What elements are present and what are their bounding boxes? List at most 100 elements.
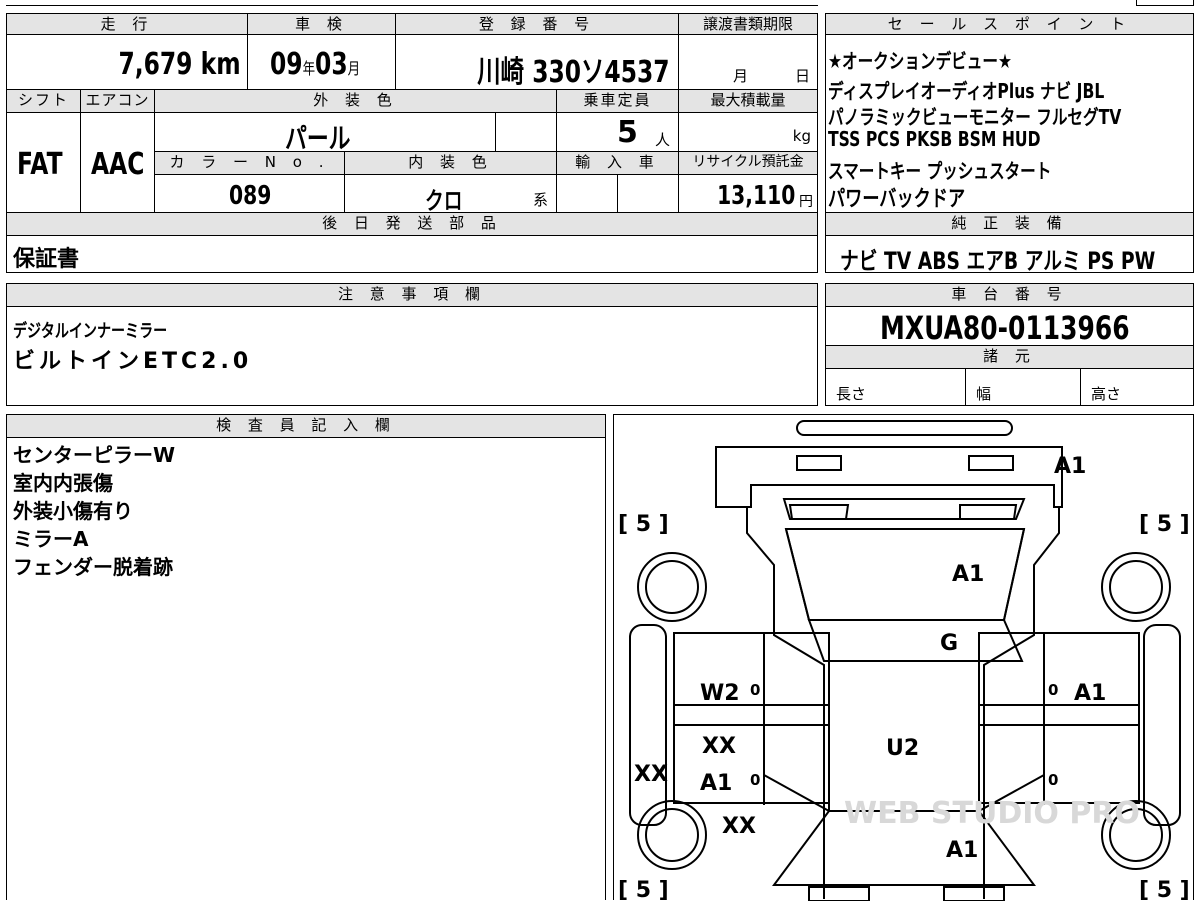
zero-mark: 0 — [1048, 771, 1058, 789]
mileage-value: 7,679 — [118, 47, 193, 82]
transfer-deadline-header: 譲渡書類期限 — [678, 13, 818, 35]
recycle-header: リサイクル預託金 — [678, 151, 818, 175]
inspection-cell: 09年03月 — [247, 34, 396, 90]
color-no-value: 089 — [229, 181, 272, 211]
shift-cell: FAT — [6, 112, 81, 213]
transfer-deadline-cell: 月 日 — [678, 34, 818, 90]
damage-windshield: G — [940, 631, 958, 656]
import-cell-b — [617, 174, 679, 213]
inspection-year-unit: 年 — [302, 59, 316, 78]
max-load-header: 最大積載量 — [678, 89, 818, 113]
mileage-unit: km — [201, 47, 241, 82]
exterior-color-cell: パール — [154, 112, 496, 155]
zero-mark: 0 — [750, 681, 760, 699]
genuine-equipment-header: 純 正 装 備 — [825, 212, 1194, 236]
sales-points-body: ★オークションデビュー★ ディスプレイオーディオPlus ナビ JBL パノラミ… — [825, 34, 1194, 213]
recycle-cell: 13,110 円 — [678, 174, 818, 213]
inspection-month-unit: 月 — [347, 59, 361, 78]
sales-point-line: パワーバックドア — [828, 187, 966, 212]
inspector-body: センターピラーW 室内内張傷 外装小傷有り ミラーA フェンダー脱着跡 — [6, 437, 606, 900]
inspector-line: センターピラーW — [13, 443, 176, 467]
spec-width-cell: 幅 — [965, 368, 1081, 406]
inspection-month: 03 — [315, 47, 348, 82]
registration-value: 川崎 330ソ4537 — [477, 55, 670, 90]
max-load-cell: kg — [678, 112, 818, 152]
damage-front-hood: A1 — [946, 838, 978, 863]
sales-point-line: TSS PCS PKSB BSM HUD — [828, 127, 1041, 151]
mileage-header: 走 行 — [6, 13, 248, 35]
spec-length-cell: 長さ — [825, 368, 966, 406]
zero-mark: 0 — [1048, 681, 1058, 699]
transfer-month-label: 月 — [733, 67, 749, 85]
transfer-day-label: 日 — [795, 67, 811, 85]
damage-left-front-door: W2 — [700, 681, 740, 706]
genuine-equipment-value: ナビ TV ABS エアB アルミ PS PW — [840, 247, 1156, 275]
inspection-year: 09 — [270, 47, 303, 82]
capacity-header: 乗車定員 — [556, 89, 679, 113]
chassis-cell: MXUA80-0113966 — [825, 306, 1194, 347]
tire-mark-rear-right: [ 5 ] — [1139, 512, 1190, 537]
notes-body: デジタルインナーミラー ビルトインETC2.0 — [6, 306, 818, 406]
mileage-cell: 7,679 km — [6, 34, 248, 90]
shift-header: シフト — [6, 89, 81, 113]
inspector-header: 検 査 員 記 入 欄 — [6, 414, 606, 438]
sales-point-line: ディスプレイオーディオPlus ナビ JBL — [828, 79, 1105, 103]
registration-cell: 川崎 330ソ4537 — [395, 34, 679, 90]
sales-point-line: ★オークションデビュー★ — [828, 49, 1012, 73]
capacity-value: 5 — [617, 115, 638, 150]
later-parts-value: 保証書 — [13, 247, 80, 272]
later-parts-header: 後 日 発 送 部 品 — [6, 212, 818, 236]
notes-header: 注 意 事 項 欄 — [6, 283, 818, 307]
chassis-header: 車 台 番 号 — [825, 283, 1194, 307]
interior-color-cell: クロ 系 — [344, 174, 557, 215]
spec-length-label: 長さ — [836, 385, 867, 403]
damage-left-fender: XX — [722, 814, 756, 839]
zero-mark: 0 — [750, 771, 760, 789]
capacity-cell: 5 人 — [556, 112, 679, 152]
ac-cell: AAC — [80, 112, 155, 213]
ac-value: AAC — [91, 147, 145, 182]
import-cell-a — [556, 174, 618, 213]
sales-point-line: パノラミックビューモニター フルセグTV — [828, 105, 1122, 129]
chassis-value: MXUA80-0113966 — [880, 309, 1130, 347]
ac-header: エアコン — [80, 89, 155, 113]
damage-left-rear-door-2: A1 — [700, 771, 732, 796]
color-no-cell: 089 — [154, 174, 345, 213]
max-load-unit: kg — [792, 127, 811, 145]
exterior-color-header: 外 装 色 — [154, 89, 557, 113]
inspector-line: 室内内張傷 — [13, 471, 113, 495]
shift-value: FAT — [17, 147, 63, 182]
later-parts-cell: 保証書 — [6, 235, 818, 273]
top-strip-right — [1136, 0, 1194, 6]
recycle-unit: 円 — [799, 194, 813, 210]
inspector-line: フェンダー脱着跡 — [13, 555, 173, 579]
damage-right-front-door: A1 — [1074, 681, 1106, 706]
sales-points-header: セ ー ル ス ポ イ ン ト — [825, 13, 1194, 35]
inspector-line: 外装小傷有り — [13, 499, 133, 523]
registration-header: 登 録 番 号 — [395, 13, 679, 35]
notes-line: ビルトインETC2.0 — [13, 349, 253, 374]
damage-left-rear-door: XX — [702, 734, 736, 759]
damage-rear-bumper: A1 — [1054, 454, 1086, 479]
watermark: WEB STUDIO PRO — [844, 796, 1140, 831]
sales-point-line: スマートキー プッシュスタート — [828, 159, 1052, 183]
specs-header: 諸 元 — [825, 345, 1194, 369]
damage-diagram: [ 5 ] [ 5 ] [ 5 ] [ 5 ] A1 A1 G W2 A1 XX… — [613, 414, 1194, 901]
notes-line: デジタルインナーミラー — [13, 321, 168, 342]
damage-floor: U2 — [886, 736, 919, 761]
inspection-header: 車 検 — [247, 13, 396, 35]
top-strip — [6, 0, 818, 6]
interior-color-value: クロ — [425, 187, 463, 215]
capacity-unit: 人 — [655, 131, 671, 149]
car-outline-svg: [ 5 ] [ 5 ] [ 5 ] [ 5 ] A1 A1 G W2 A1 XX… — [618, 420, 1190, 901]
spec-width-label: 幅 — [976, 385, 992, 403]
recycle-value: 13,110 — [716, 181, 795, 211]
tire-mark-front-right: [ 5 ] — [1139, 878, 1190, 901]
color-no-header: カ ラ ー N o . — [154, 151, 345, 175]
damage-roof: A1 — [952, 562, 984, 587]
spec-height-label: 高さ — [1091, 385, 1122, 403]
import-header: 輸 入 車 — [556, 151, 679, 175]
tire-mark-rear-left: [ 5 ] — [618, 512, 669, 537]
tire-mark-front-left: [ 5 ] — [618, 878, 669, 901]
exterior-color-code-cell — [495, 112, 557, 152]
